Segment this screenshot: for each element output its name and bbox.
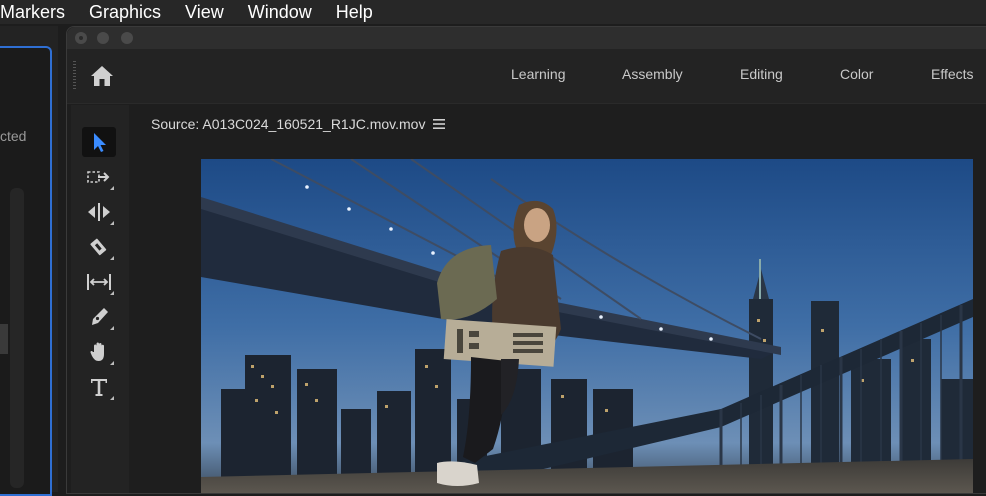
- left-panel-scrollbar[interactable]: [10, 188, 24, 488]
- hand-tool-button[interactable]: [82, 337, 116, 367]
- menu-graphics[interactable]: Graphics: [77, 0, 173, 24]
- zoom-window-button[interactable]: [121, 32, 133, 44]
- type-tool-icon: [91, 379, 107, 396]
- left-panel: cted: [0, 26, 58, 496]
- hamburger-menu-icon[interactable]: [432, 117, 446, 131]
- type-tool-button[interactable]: [82, 372, 116, 402]
- tools-panel: [71, 105, 129, 493]
- left-panel-frame: cted: [0, 46, 52, 496]
- tab-learning[interactable]: Learning: [511, 66, 566, 82]
- premiere-window: Learning Assembly Editing Color Effects: [66, 26, 986, 494]
- slip-tool-button[interactable]: [82, 267, 116, 297]
- tab-effects[interactable]: Effects: [931, 66, 974, 82]
- selection-tool-icon: [94, 133, 106, 152]
- tab-editing[interactable]: Editing: [740, 66, 783, 82]
- ripple-edit-tool-button[interactable]: [82, 197, 116, 227]
- menu-bar: Markers Graphics View Window Help: [0, 0, 986, 24]
- razor-tool-icon: [90, 238, 107, 256]
- home-icon[interactable]: [89, 63, 115, 89]
- track-select-forward-tool-button[interactable]: [82, 162, 116, 192]
- tab-color[interactable]: Color: [840, 66, 873, 82]
- slip-tool-icon: [87, 274, 111, 290]
- menu-help[interactable]: Help: [324, 0, 385, 24]
- menu-window[interactable]: Window: [236, 0, 324, 24]
- ripple-edit-icon: [88, 203, 110, 221]
- pen-tool-icon: [92, 308, 108, 325]
- razor-tool-button[interactable]: [82, 232, 116, 262]
- video-frame[interactable]: [201, 159, 973, 493]
- window-titlebar: [67, 27, 986, 49]
- menu-view[interactable]: View: [173, 0, 236, 24]
- close-window-button[interactable]: [75, 32, 87, 44]
- grip-icon[interactable]: [73, 61, 76, 89]
- track-select-forward-icon: [87, 171, 110, 183]
- workspace-header: Learning Assembly Editing Color Effects: [67, 49, 986, 104]
- hand-tool-icon: [90, 342, 104, 361]
- source-monitor-title[interactable]: Source: A013C024_160521_R1JC.mov.mov: [151, 116, 425, 132]
- minimize-window-button[interactable]: [97, 32, 109, 44]
- selection-tool-button[interactable]: [82, 127, 116, 157]
- menu-markers[interactable]: Markers: [0, 0, 77, 24]
- left-panel-selected-row[interactable]: [0, 324, 8, 354]
- tab-assembly[interactable]: Assembly: [622, 66, 683, 82]
- source-monitor-panel: Source: A013C024_160521_R1JC.mov.mov: [135, 105, 986, 493]
- left-panel-label: cted: [0, 128, 27, 144]
- video-frame-image: [201, 159, 973, 493]
- pen-tool-button[interactable]: [82, 302, 116, 332]
